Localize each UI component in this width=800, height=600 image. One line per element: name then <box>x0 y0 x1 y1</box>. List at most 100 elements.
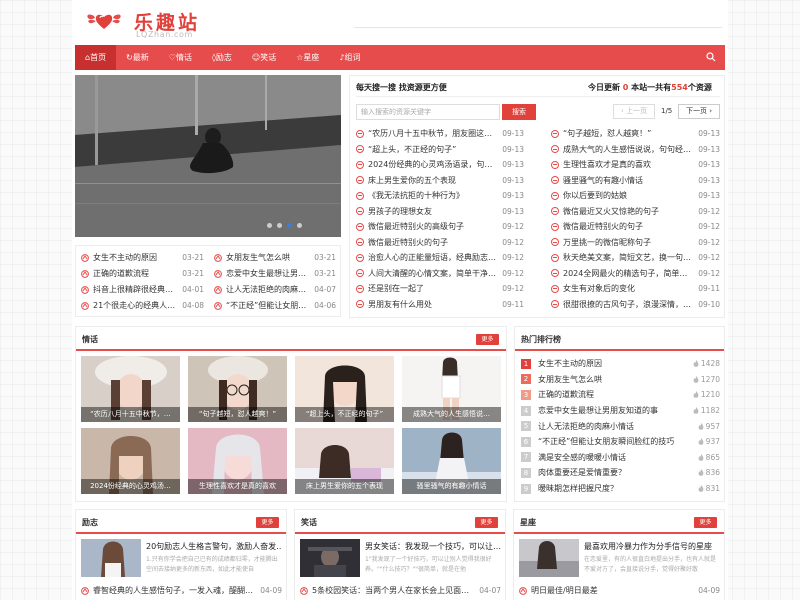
nav-item-xingzuo[interactable]: ☆星座 <box>286 45 329 70</box>
ranking-item[interactable]: 8 肉体重要还是爱情重要？ 836 <box>521 465 720 481</box>
list-item-title[interactable]: 骚里骚气的有趣小情话 <box>563 175 694 186</box>
list-item[interactable]: 睿智经典的人生感悟句子，一发入魂，醍醐… 04-09 <box>81 583 282 599</box>
list-item[interactable]: 明日最佳/明日最差 04-09 <box>519 583 720 599</box>
list-item-title[interactable]: 21个很走心的经典人… <box>93 300 178 311</box>
latest-list-item[interactable]: 女生有对象后的变化 09-11 <box>551 281 720 297</box>
ranking-item[interactable]: 5 让人无法拒绝的肉麻小情话 957 <box>521 418 720 434</box>
ranking-item[interactable]: 1 女生不主动的原因 1428 <box>521 356 720 372</box>
list-item-title[interactable]: 你以后要到的姑娘 <box>563 190 694 201</box>
thumb-card[interactable]: “句子越短，怼人越爽！” <box>188 356 287 422</box>
slider-dot-active[interactable] <box>287 223 292 228</box>
latest-list-item[interactable]: 微信最近特别火的句子 09-12 <box>356 235 524 251</box>
more-button[interactable]: 更多 <box>694 517 717 528</box>
latest-list-item[interactable]: “超上头，不正经的句子” 09-13 <box>356 142 524 158</box>
heart-wings-logo-icon[interactable] <box>86 9 122 31</box>
thumb-card[interactable]: “超上头，不正经的句子” <box>295 356 394 422</box>
list-item[interactable]: 女朋友生气怎么哄 03-21 <box>214 250 336 266</box>
more-button[interactable]: 更多 <box>476 334 499 345</box>
feature-image[interactable] <box>519 539 579 577</box>
list-item-title[interactable]: 生理性喜欢才是真的喜欢 <box>563 159 694 170</box>
latest-list-item[interactable]: 床上男生爱你的五个表现 09-13 <box>356 173 524 189</box>
list-item[interactable]: “不正经”但能让女朋… 04-06 <box>214 298 336 314</box>
list-item-title[interactable]: 微信最近特别火的句子 <box>368 237 498 248</box>
nav-item-xiaohua[interactable]: ☺笑话 <box>242 45 286 70</box>
list-item-title[interactable]: 睿智经典的人生感悟句子，一发入魂，醍醐… <box>93 585 256 596</box>
latest-list-item[interactable]: 还是别在一起了 09-12 <box>356 281 524 297</box>
ranking-item-title[interactable]: 暧昧期怎样把握尺度？ <box>538 483 686 494</box>
feature-image[interactable] <box>300 539 360 577</box>
nav-item-qinghua[interactable]: ♡情话 <box>159 45 202 70</box>
ranking-item[interactable]: 4 恋爱中女生最想让男朋友知道的事 1182 <box>521 403 720 419</box>
latest-list-item[interactable]: “农历八月十五中秋节，朋友圈这样… 09-13 <box>356 126 524 142</box>
list-item[interactable]: 让人无法拒绝的肉麻… 04-07 <box>214 282 336 298</box>
list-item-title[interactable]: 让人无法拒绝的肉麻… <box>226 284 310 295</box>
list-item-title[interactable]: 很甜很撩的古风句子，浪漫深情，… <box>563 299 694 310</box>
latest-list-item[interactable]: 你以后要到的姑娘 09-13 <box>551 188 720 204</box>
list-item-title[interactable]: “不正经”但能让女朋… <box>226 300 310 311</box>
latest-list-item[interactable]: 成熟大气的人生感悟说说，句句经… 09-13 <box>551 142 720 158</box>
feature-title[interactable]: 男女笑话：我发现一个技巧，可以让… <box>365 541 501 552</box>
list-item-title[interactable]: 男孩子的理想女友 <box>368 206 498 217</box>
list-item[interactable]: 抖音上很精辟很经典… 04-01 <box>81 282 204 298</box>
thumb-card[interactable]: 2024份经典的心灵鸡汤… <box>81 428 180 494</box>
ranking-item-title[interactable]: 肉体重要还是爱情重要？ <box>538 467 686 478</box>
list-item-title[interactable]: 人间大清醒的心情文案，简单干净… <box>368 268 498 279</box>
list-item-title[interactable]: 微信最近特别火的高级句子 <box>368 221 498 232</box>
ranking-item[interactable]: 2 女朋友生气怎么哄 1270 <box>521 372 720 388</box>
thumb-card[interactable]: 床上男生爱你的五个表现 <box>295 428 394 494</box>
list-item-title[interactable]: 床上男生爱你的五个表现 <box>368 175 498 186</box>
search-icon[interactable] <box>706 52 716 62</box>
list-item[interactable]: 21个很走心的经典人… 04-08 <box>81 298 204 314</box>
list-item-title[interactable]: 《我无法抗拒的十种行为》 <box>368 190 498 201</box>
hero-slider[interactable] <box>75 75 341 237</box>
list-item-title[interactable]: 治愈人心的正能量短语，经典励志… <box>368 252 498 263</box>
list-item-title[interactable]: “超上头，不正经的句子” <box>368 144 498 155</box>
thumb-card[interactable]: 成熟大气的人生感悟说… <box>402 356 501 422</box>
latest-list-item[interactable]: 秋天绝美文案，简短文艺，换一句… 09-12 <box>551 250 720 266</box>
list-item-title[interactable]: 女生不主动的原因 <box>93 252 178 263</box>
latest-list-item[interactable]: 2024全网最火的精选句子，简单干… 09-12 <box>551 266 720 282</box>
ranking-item-title[interactable]: 女生不主动的原因 <box>538 358 686 369</box>
list-item-title[interactable]: 5条校园笑话：当两个男人在家长会上见面，… <box>312 585 475 596</box>
list-item-title[interactable]: 恋爱中女生最想让男… <box>226 268 310 279</box>
list-item[interactable]: 恋爱中女生最想让男… 03-21 <box>214 266 336 282</box>
more-button[interactable]: 更多 <box>256 517 279 528</box>
slider-dot[interactable] <box>277 223 282 228</box>
nav-item-zuci[interactable]: ♪组词 <box>329 45 370 70</box>
list-item-title[interactable]: “农历八月十五中秋节，朋友圈这样… <box>368 128 498 139</box>
ranking-item[interactable]: 6 “不正经”但能让女朋友瞬间脸红的技巧 937 <box>521 434 720 450</box>
list-item-title[interactable]: 女生有对象后的变化 <box>563 283 694 294</box>
list-item-title[interactable]: 秋天绝美文案，简短文艺，换一句… <box>563 252 694 263</box>
latest-list-item[interactable]: 2024份经典的心灵鸡汤语录，句句… 09-13 <box>356 157 524 173</box>
next-page-button[interactable]: 下一页 › <box>678 104 720 119</box>
list-item-title[interactable]: 成熟大气的人生感悟说说，句句经… <box>563 144 694 155</box>
thumb-card[interactable]: “农历八月十五中秋节，… <box>81 356 180 422</box>
feature-title[interactable]: 最喜欢用冷暴力作为分手信号的星座 <box>584 541 720 552</box>
latest-list-item[interactable]: 男孩子的理想女友 09-13 <box>356 204 524 220</box>
latest-list-item[interactable]: 男朋友有什么用处 09-11 <box>356 297 524 313</box>
list-item[interactable]: 5条校园笑话：当两个男人在家长会上见面，… 04-07 <box>300 583 501 599</box>
list-item[interactable]: 女生不主动的原因 03-21 <box>81 250 204 266</box>
ranking-item[interactable]: 9 暧昧期怎样把握尺度？ 831 <box>521 481 720 497</box>
list-item-title[interactable]: 微信最近特别火的句子 <box>563 221 694 232</box>
prev-page-button[interactable]: ‹ 上一页 <box>613 104 655 119</box>
search-button[interactable]: 搜索 <box>502 104 536 120</box>
ranking-item-title[interactable]: “不正经”但能让女朋友瞬间脸红的技巧 <box>538 436 686 447</box>
more-button[interactable]: 更多 <box>475 517 498 528</box>
list-item-title[interactable]: 还是别在一起了 <box>368 283 498 294</box>
list-item-title[interactable]: 明日最佳/明日最差 <box>531 585 694 596</box>
list-item-title[interactable]: 男朋友有什么用处 <box>368 299 498 310</box>
ranking-item[interactable]: 7 满是安全感的暖暖小情话 865 <box>521 450 720 466</box>
list-item-title[interactable]: 2024份经典的心灵鸡汤语录，句句… <box>368 159 498 170</box>
latest-list-item[interactable]: 《我无法抗拒的十种行为》 09-13 <box>356 188 524 204</box>
nav-item-lizhi[interactable]: ◊励志 <box>202 45 242 70</box>
thumb-card[interactable]: 骚里骚气的有趣小情话 <box>402 428 501 494</box>
list-item-title[interactable]: 女朋友生气怎么哄 <box>226 252 310 263</box>
ranking-item-title[interactable]: 满是安全感的暖暖小情话 <box>538 452 686 463</box>
list-item[interactable]: 正确的道歉流程 03-21 <box>81 266 204 282</box>
list-item-title[interactable]: 微信最近又火又惊艳的句子 <box>563 206 694 217</box>
nav-item-latest[interactable]: ↻最新 <box>116 45 159 70</box>
search-input[interactable]: 输入搜索的资源关键字 <box>356 104 500 120</box>
latest-list-item[interactable]: 治愈人心的正能量短语，经典励志… 09-12 <box>356 250 524 266</box>
list-item-title[interactable]: 正确的道歉流程 <box>93 268 178 279</box>
